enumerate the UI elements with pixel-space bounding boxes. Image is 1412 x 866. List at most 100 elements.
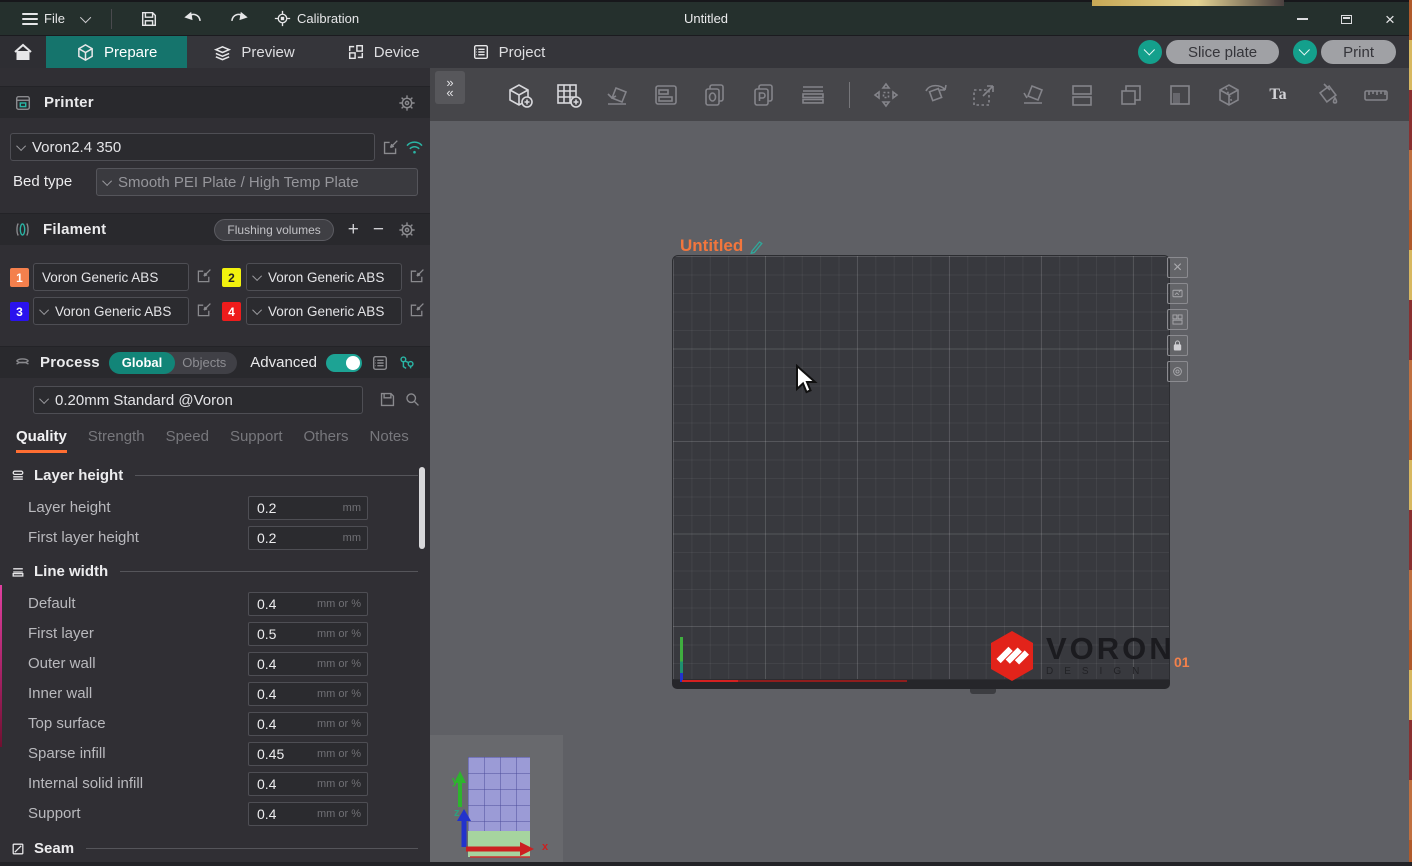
add-plate-button[interactable] (551, 78, 585, 112)
tab-prepare[interactable]: Prepare (46, 36, 187, 68)
tab-notes[interactable]: Notes (370, 428, 409, 453)
rotate-button[interactable] (918, 78, 952, 112)
tab-device[interactable]: Device (321, 36, 446, 68)
compare-presets-icon[interactable] (398, 354, 416, 372)
printer-preset-select[interactable]: Voron2.4 350 (10, 133, 375, 161)
plate-settings-button[interactable] (1167, 283, 1188, 304)
line-width-outer-wall-input[interactable]: 0.4 mm or % (248, 652, 368, 676)
plate-name[interactable]: Untitled (680, 236, 764, 256)
add-filament-button[interactable]: + (348, 220, 359, 239)
filament-3-select[interactable]: Voron Generic ABS (33, 297, 189, 325)
arrange-button[interactable] (649, 78, 683, 112)
build-plate[interactable] (672, 255, 1170, 680)
file-menu-chevron-icon[interactable] (80, 11, 91, 22)
remove-filament-button[interactable]: − (373, 220, 384, 239)
line-width-inner-wall-input[interactable]: 0.4 mm or % (248, 682, 368, 706)
tab-prepare-label: Prepare (104, 44, 157, 61)
scope-global-button[interactable]: Global (109, 352, 175, 374)
tab-project[interactable]: Project (446, 36, 572, 68)
filament-4-color-badge[interactable]: 4 (222, 302, 241, 321)
tab-others[interactable]: Others (304, 428, 349, 453)
split-to-parts-button[interactable] (747, 78, 781, 112)
split-to-objects-button[interactable] (698, 78, 732, 112)
arrange-plate-icon (1171, 313, 1184, 326)
filament-settings-gear-icon[interactable] (398, 221, 416, 239)
home-button[interactable] (0, 36, 46, 68)
lock-plate-button[interactable] (1167, 335, 1188, 356)
tab-speed[interactable]: Speed (166, 428, 209, 453)
slice-options-button[interactable] (1138, 40, 1162, 64)
bed-type-select[interactable]: Smooth PEI Plate / High Temp Plate (96, 168, 418, 196)
save-button[interactable] (132, 6, 166, 32)
line-width-sparse-infill-input[interactable]: 0.45 mm or % (248, 742, 368, 766)
first-layer-height-input[interactable]: 0.2 mm (248, 526, 368, 550)
file-menu-button[interactable]: File (14, 6, 73, 32)
color-paint-button[interactable] (1310, 78, 1344, 112)
redo-button[interactable] (221, 7, 256, 31)
line-width-support-input[interactable]: 0.4 mm or % (248, 802, 368, 826)
text-tool-button[interactable]: Ta (1261, 78, 1295, 112)
mini-navigator[interactable]: y z x (430, 735, 563, 866)
sidebar-scrollbar-thumb[interactable] (419, 467, 425, 549)
filament-2-select[interactable]: Voron Generic ABS (246, 263, 402, 291)
setting-value: 0.4 (249, 596, 276, 612)
line-width-default-input[interactable]: 0.4 mm or % (248, 592, 368, 616)
filament-4-select[interactable]: Voron Generic ABS (246, 297, 402, 325)
add-object-button[interactable] (502, 78, 536, 112)
close-button[interactable]: × (1368, 2, 1412, 36)
edit-plate-name-icon[interactable] (749, 239, 764, 254)
undo-button[interactable] (176, 7, 211, 31)
parameter-table-icon[interactable] (371, 354, 389, 372)
print-options-button[interactable] (1293, 40, 1317, 64)
calibration-button[interactable]: Calibration (266, 6, 367, 31)
filament-2-color-badge[interactable]: 2 (222, 268, 241, 287)
scale-button[interactable] (967, 78, 1001, 112)
lock-icon (1171, 339, 1184, 352)
process-preset-select[interactable]: 0.20mm Standard @Voron (33, 386, 363, 414)
filament-1-select[interactable]: Voron Generic ABS (33, 263, 189, 291)
minimize-button[interactable] (1280, 2, 1324, 36)
print-button[interactable]: Print (1293, 40, 1396, 64)
slice-plate-button[interactable]: Slice plate (1138, 40, 1279, 64)
arrange-plate-button[interactable] (1167, 309, 1188, 330)
delete-plate-button[interactable]: × (1167, 257, 1188, 278)
filament-1-color-badge[interactable]: 1 (10, 268, 29, 287)
tab-strength[interactable]: Strength (88, 428, 145, 453)
setting-label: Top surface (28, 715, 106, 732)
variable-layer-height-button[interactable] (796, 78, 830, 112)
edit-filament-4-icon[interactable] (409, 302, 425, 318)
plate-gear-button[interactable] (1167, 361, 1188, 382)
tab-preview[interactable]: Preview (187, 36, 320, 68)
edit-filament-3-icon[interactable] (196, 302, 212, 318)
search-preset-icon[interactable] (404, 391, 421, 408)
scope-objects-button[interactable]: Objects (175, 355, 237, 370)
maximize-button[interactable] (1324, 2, 1368, 36)
measure-button[interactable] (1359, 78, 1393, 112)
printer-settings-gear-icon[interactable] (398, 94, 416, 112)
cut-button[interactable] (1212, 78, 1246, 112)
process-section-header: Process Global Objects Advanced (0, 346, 430, 378)
clone-button[interactable] (1114, 78, 1148, 112)
collapse-sidebar-button[interactable]: » « (435, 71, 465, 104)
wifi-connection-icon[interactable] (405, 140, 424, 155)
layer-height-input[interactable]: 0.2 mm (248, 496, 368, 520)
line-width-first-layer-input[interactable]: 0.5 mm or % (248, 622, 368, 646)
move-button[interactable] (869, 78, 903, 112)
tab-support[interactable]: Support (230, 428, 283, 453)
fill-button[interactable] (1163, 78, 1197, 112)
flushing-volumes-button[interactable]: Flushing volumes (214, 219, 333, 241)
save-preset-icon[interactable] (379, 391, 396, 408)
line-width-internal-solid-input[interactable]: 0.4 mm or % (248, 772, 368, 796)
setting-value: 0.2 (249, 500, 276, 516)
edit-filament-1-icon[interactable] (196, 268, 212, 284)
edit-printer-icon[interactable] (382, 139, 399, 156)
place-on-face-button[interactable] (1016, 78, 1050, 112)
viewport-3d[interactable]: Ta (430, 68, 1412, 866)
auto-orient-button[interactable] (600, 78, 634, 112)
advanced-toggle[interactable] (326, 354, 362, 372)
split-button[interactable] (1065, 78, 1099, 112)
filament-3-color-badge[interactable]: 3 (10, 302, 29, 321)
line-width-top-surface-input[interactable]: 0.4 mm or % (248, 712, 368, 736)
tab-quality[interactable]: Quality (16, 428, 67, 453)
edit-filament-2-icon[interactable] (409, 268, 425, 284)
